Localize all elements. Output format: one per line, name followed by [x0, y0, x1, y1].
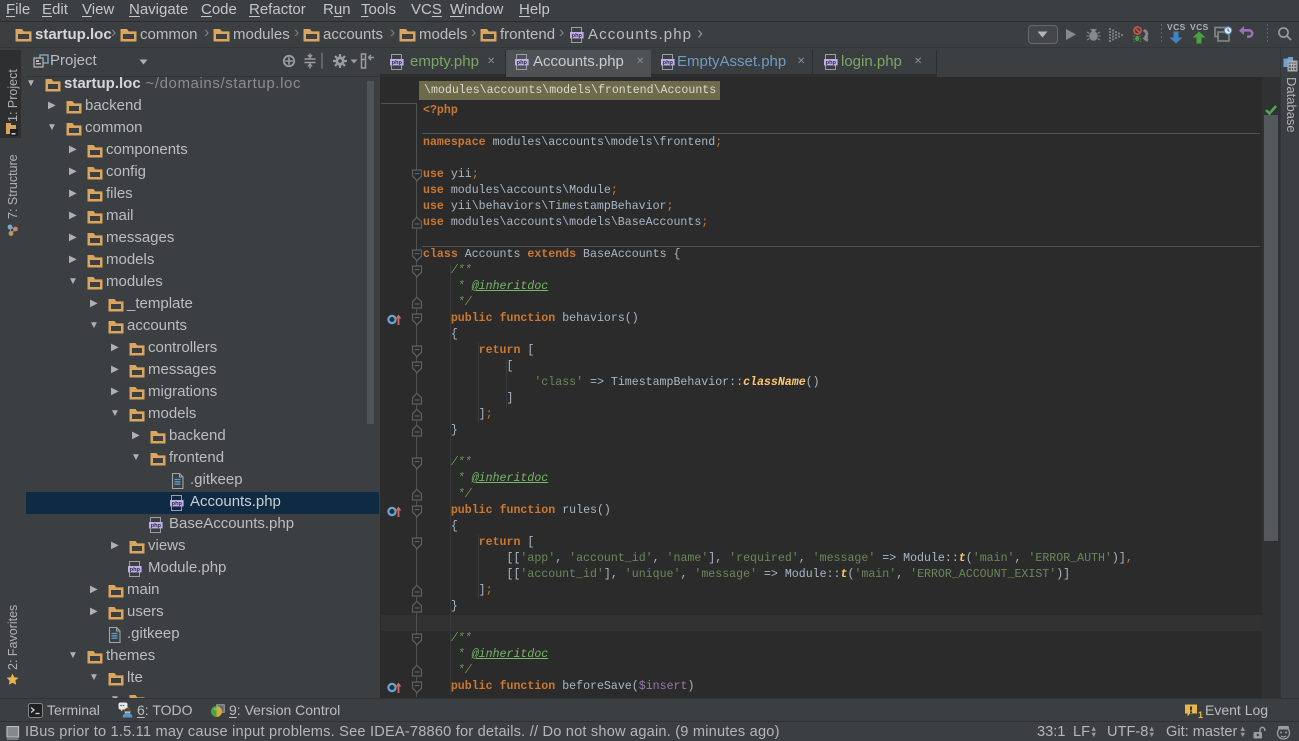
svg-text:1: 1 — [1198, 710, 1203, 719]
svg-text:php: php — [517, 60, 528, 66]
svg-text:php: php — [663, 60, 674, 66]
svg-text:php: php — [826, 60, 837, 66]
svg-text:php: php — [151, 523, 162, 529]
svg-text:php: php — [130, 567, 141, 573]
svg-text:php: php — [392, 60, 403, 66]
svg-text:php: php — [172, 501, 183, 507]
